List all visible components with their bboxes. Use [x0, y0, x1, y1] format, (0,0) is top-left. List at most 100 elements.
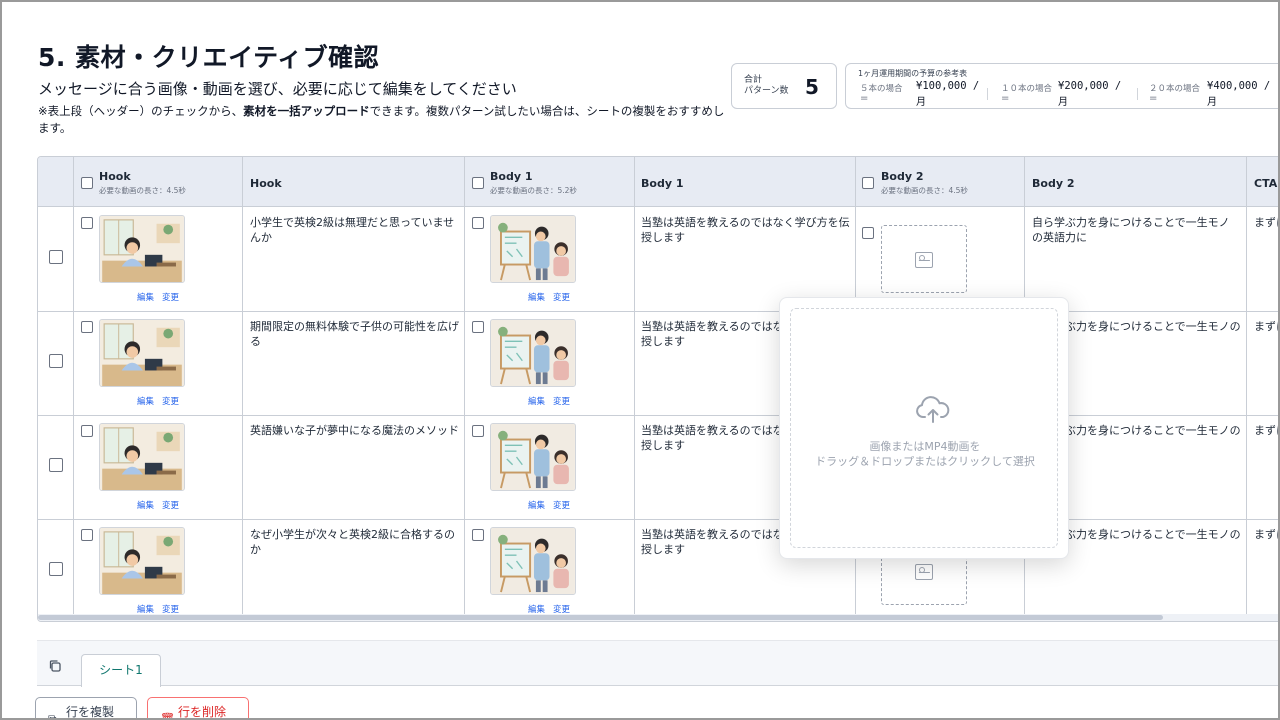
edit-link[interactable]: 編集: [137, 293, 154, 303]
change-link[interactable]: 変更: [553, 501, 570, 511]
sheet-bar: [37, 640, 1280, 686]
body1-media-actions: 編集 変更: [528, 291, 578, 303]
cloud-upload-icon: [916, 396, 950, 423]
hook-thumbnail[interactable]: [99, 215, 185, 283]
budget-item-10: １０本の場合 ¥200,000 / = 月: [1001, 80, 1136, 108]
row-divider: [38, 415, 1280, 416]
col-divider: [634, 157, 635, 621]
edit-link[interactable]: 編集: [528, 397, 545, 407]
hook-text-cell[interactable]: 英語嫌いな子が夢中になる魔法のメソッド: [250, 423, 460, 438]
budget-unit: 月: [1207, 97, 1217, 108]
header-hook-text: Hook: [250, 177, 282, 190]
body1-thumbnail[interactable]: [490, 319, 576, 387]
delete-row-button[interactable]: 🗑 行を削除: [147, 697, 249, 720]
upload-instruction: 画像またはMP4動画を ドラッグ＆ドロップまたはクリックして選択: [815, 440, 1035, 468]
header-body1-text: Body 1: [641, 177, 684, 190]
budget-amount: ¥400,000 /: [1207, 80, 1271, 92]
body1-thumbnail[interactable]: [490, 423, 576, 491]
change-link[interactable]: 変更: [553, 397, 570, 407]
col-divider: [1246, 157, 1247, 621]
cta-text-cell[interactable]: まずに: [1254, 215, 1280, 230]
kids-whiteboard-image: [491, 424, 575, 490]
page-title: 5. 素材・クリエイティブ確認: [38, 43, 380, 72]
hook-text-cell[interactable]: 小学生で英検2級は無理だと思っていませんか: [250, 215, 455, 245]
budget-eq: =: [860, 93, 869, 104]
boy-studying-image: [100, 528, 184, 594]
body1-media-checkbox[interactable]: [472, 321, 484, 333]
col-divider: [73, 157, 74, 621]
boy-studying-image: [100, 320, 184, 386]
image-placeholder-icon: [915, 252, 933, 268]
header-body2-text: Body 2: [1032, 177, 1075, 190]
pattern-count-card: 合計 パターン数 5: [731, 63, 837, 109]
upload-popover[interactable]: 画像またはMP4動画を ドラッグ＆ドロップまたはクリックして選択: [779, 297, 1069, 559]
change-link[interactable]: 変更: [162, 293, 179, 303]
copy-row-button[interactable]: ⧉ 行を複製: [35, 697, 137, 720]
hook-thumbnail[interactable]: [99, 319, 185, 387]
row-select-checkbox[interactable]: [49, 250, 63, 264]
header-hook-media: Hook: [99, 170, 131, 183]
edit-link[interactable]: 編集: [528, 501, 545, 511]
body1-text-cell[interactable]: 当塾は英語を教えるのではなく学び方を伝授します: [641, 215, 851, 245]
change-link[interactable]: 変更: [162, 501, 179, 511]
edit-link[interactable]: 編集: [528, 293, 545, 303]
body1-thumbnail[interactable]: [490, 215, 576, 283]
budget-divider: [987, 88, 988, 100]
hook-text-cell[interactable]: 期間限定の無料体験で子供の可能性を広げる: [250, 319, 460, 349]
horizontal-scrollbar[interactable]: [38, 614, 1280, 621]
header-body1-duration: 必要な動画の長さ：5.2秒: [490, 186, 577, 195]
body1-media-checkbox[interactable]: [472, 425, 484, 437]
change-link[interactable]: 変更: [162, 397, 179, 407]
edit-link[interactable]: 編集: [137, 501, 154, 511]
budget-eq: =: [1001, 93, 1010, 104]
cta-text-cell[interactable]: まずに: [1254, 527, 1280, 542]
hook-text-cell[interactable]: なぜ小学生が次々と英検2級に合格するのか: [250, 527, 460, 557]
kids-whiteboard-image: [491, 216, 575, 282]
budget-reference-card: 1ヶ月運用期間の予算の参考表 ５本の場合 ¥100,000 / = 月 １０本の…: [845, 63, 1280, 109]
hook-media-checkbox[interactable]: [81, 217, 93, 229]
body1-media-header-checkbox[interactable]: [472, 177, 484, 189]
note-bold: 素材を一括アップロード: [243, 104, 370, 118]
scrollbar-thumb[interactable]: [38, 615, 1163, 620]
pattern-count-label: 合計 パターン数: [744, 75, 789, 96]
header-body2-duration: 必要な動画の長さ：4.5秒: [881, 186, 968, 195]
upload-dropzone[interactable]: 画像またはMP4動画を ドラッグ＆ドロップまたはクリックして選択: [790, 308, 1058, 548]
body2-empty-dropzone[interactable]: [881, 225, 967, 293]
hook-media-checkbox[interactable]: [81, 529, 93, 541]
body2-media-checkbox[interactable]: [862, 227, 874, 239]
body1-media-checkbox[interactable]: [472, 529, 484, 541]
budget-amount: ¥200,000 /: [1058, 80, 1122, 92]
row-select-checkbox[interactable]: [49, 562, 63, 576]
creative-table: Hook 必要な動画の長さ：4.5秒 Hook Body 1 必要な動画の長さ：…: [37, 156, 1280, 622]
hook-media-checkbox[interactable]: [81, 425, 93, 437]
budget-amount: ¥100,000 /: [916, 80, 980, 92]
budget-unit: 月: [1058, 97, 1068, 108]
copy-sheet-icon[interactable]: [48, 659, 62, 673]
budget-unit: 月: [916, 97, 926, 108]
row-divider: [38, 311, 1280, 312]
page-note: ※表上段（ヘッダー）のチェックから、素材を一括アップロードできます。複数パターン…: [38, 103, 728, 137]
hook-thumbnail[interactable]: [99, 527, 185, 595]
header-body2-media: Body 2: [881, 170, 924, 183]
body1-thumbnail[interactable]: [490, 527, 576, 595]
hook-thumbnail[interactable]: [99, 423, 185, 491]
pattern-count-value: 5: [805, 75, 819, 99]
row-select-checkbox[interactable]: [49, 354, 63, 368]
hook-media-actions: 編集 変更: [137, 499, 187, 511]
hook-media-actions: 編集 変更: [137, 395, 187, 407]
hook-media-header-checkbox[interactable]: [81, 177, 93, 189]
header-body1-media: Body 1: [490, 170, 533, 183]
cta-text-cell[interactable]: まずに: [1254, 423, 1280, 438]
body1-media-actions: 編集 変更: [528, 499, 578, 511]
hook-media-checkbox[interactable]: [81, 321, 93, 333]
boy-studying-image: [100, 424, 184, 490]
edit-link[interactable]: 編集: [137, 397, 154, 407]
body2-media-header-checkbox[interactable]: [862, 177, 874, 189]
body2-text-cell[interactable]: 自ら学ぶ力を身につけることで一生モノの英語力に: [1032, 215, 1240, 245]
cta-text-cell[interactable]: まずに: [1254, 319, 1280, 334]
sheet-tab[interactable]: シート1: [81, 654, 161, 687]
image-placeholder-icon: [915, 564, 933, 580]
row-select-checkbox[interactable]: [49, 458, 63, 472]
body1-media-checkbox[interactable]: [472, 217, 484, 229]
change-link[interactable]: 変更: [553, 293, 570, 303]
